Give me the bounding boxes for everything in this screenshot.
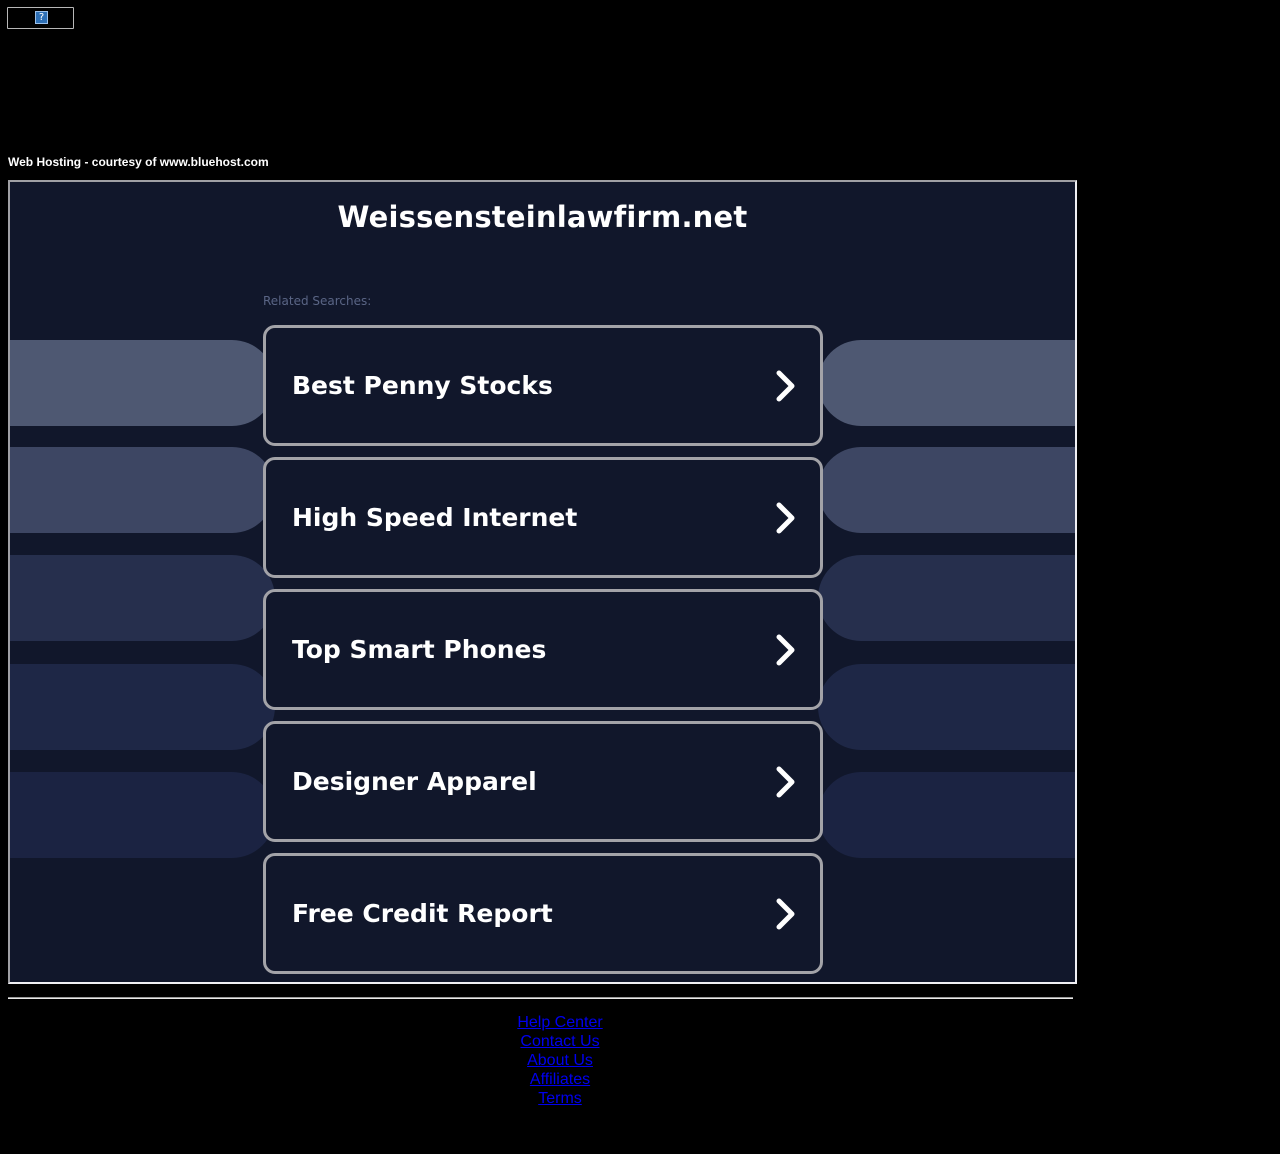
footer-link-about-us[interactable]: About Us: [527, 1051, 593, 1070]
footer-divider: [8, 997, 1073, 999]
decorative-band-right: [818, 772, 1075, 858]
related-search-free-credit-report[interactable]: Free Credit Report: [263, 853, 823, 974]
chevron-right-icon: [774, 897, 798, 931]
decorative-band-right: [818, 555, 1075, 641]
decorative-band-left: [10, 447, 275, 533]
related-searches-label: Related Searches:: [263, 294, 372, 308]
broken-image-question-icon: ?: [35, 11, 48, 24]
footer-link-terms[interactable]: Terms: [538, 1089, 582, 1108]
footer-link-contact-us[interactable]: Contact Us: [520, 1032, 599, 1051]
related-search-label: Designer Apparel: [292, 767, 537, 796]
chevron-right-icon: [774, 369, 798, 403]
chevron-right-icon: [774, 501, 798, 535]
hosting-courtesy-text: Web Hosting - courtesy of www.bluehost.c…: [8, 155, 269, 169]
footer-links: Help Center Contact Us About Us Affiliat…: [0, 1013, 1120, 1108]
decorative-band-left: [10, 664, 275, 750]
related-search-label: Best Penny Stocks: [292, 371, 553, 400]
footer-link-affiliates[interactable]: Affiliates: [530, 1070, 590, 1089]
broken-image-placeholder: ?: [7, 7, 74, 29]
chevron-right-icon: [774, 765, 798, 799]
related-search-designer-apparel[interactable]: Designer Apparel: [263, 721, 823, 842]
decorative-band-right: [818, 340, 1075, 426]
related-search-label: Top Smart Phones: [292, 635, 547, 664]
domain-title: Weissensteinlawfirm.net: [337, 200, 748, 234]
related-search-label: Free Credit Report: [292, 899, 553, 928]
related-search-best-penny-stocks[interactable]: Best Penny Stocks: [263, 325, 823, 446]
decorative-band-right: [818, 447, 1075, 533]
footer-link-help-center[interactable]: Help Center: [517, 1013, 602, 1032]
parked-domain-frame: Weissensteinlawfirm.net Related Searches…: [8, 180, 1077, 984]
related-search-top-smart-phones[interactable]: Top Smart Phones: [263, 589, 823, 710]
related-search-high-speed-internet[interactable]: High Speed Internet: [263, 457, 823, 578]
chevron-right-icon: [774, 633, 798, 667]
decorative-band-left: [10, 340, 275, 426]
related-search-label: High Speed Internet: [292, 503, 578, 532]
decorative-band-left: [10, 772, 275, 858]
decorative-band-right: [818, 664, 1075, 750]
decorative-band-left: [10, 555, 275, 641]
